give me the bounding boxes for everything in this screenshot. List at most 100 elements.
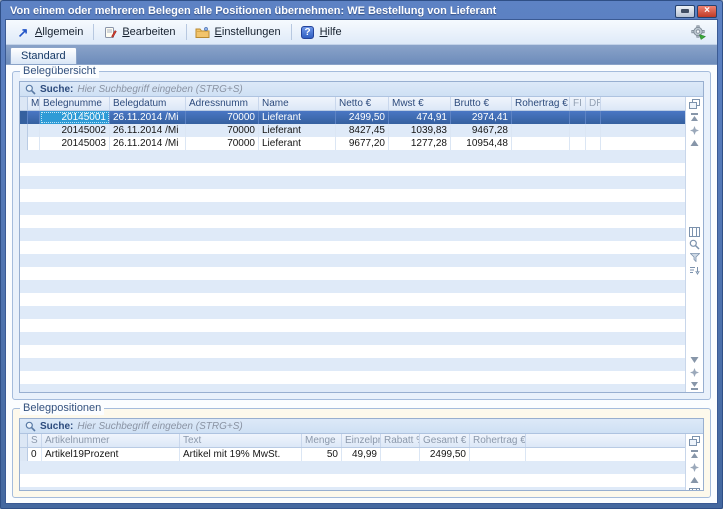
cell-belegdatum: 26.11.2014 /Mi [110, 111, 186, 124]
dialog-window: Von einem oder mehreren Belegen alle Pos… [0, 0, 723, 509]
toolbar: ↗ Allgemein Bearbeiten [6, 20, 717, 45]
scroll-down-icon[interactable] [688, 353, 702, 365]
column-header-artikelnummer[interactable]: Artikelnummer [42, 434, 180, 447]
column-header-adressnummer[interactable]: Adressnumm [186, 97, 259, 110]
scroll-page-down-icon[interactable] [688, 366, 702, 378]
group-belegpositionen: Belegpositionen Suche: [12, 408, 711, 498]
column-header-m[interactable]: M [28, 97, 40, 110]
title-bar[interactable]: Von einem oder mehreren Belegen alle Pos… [5, 1, 718, 19]
header-indicator [20, 97, 28, 110]
scroll-top-icon[interactable] [688, 448, 702, 460]
cell-filler [526, 448, 685, 461]
cell-s: 0 [28, 448, 42, 461]
column-header-belegnummer[interactable]: Belegnumme [40, 97, 110, 110]
side-panel-icon[interactable] [688, 487, 702, 490]
column-header-text[interactable]: Text [180, 434, 302, 447]
column-header-rohertrag[interactable]: Rohertrag € [512, 97, 570, 110]
column-header-fi[interactable]: FI [570, 97, 586, 110]
folder-tools-icon [195, 25, 211, 40]
cell-brutto: 9467,28 [451, 124, 512, 137]
menu-einstellungen[interactable]: Einstellungen [191, 23, 287, 42]
search-label: Suche: [40, 84, 73, 95]
cell-filler [601, 137, 685, 150]
column-chooser-icon[interactable] [688, 98, 702, 110]
cell-rohertrag [512, 137, 570, 150]
close-button[interactable]: × [697, 5, 717, 18]
table-row[interactable]: 20145002 26.11.2014 /Mi 70000 Lieferant … [20, 124, 685, 137]
toolbar-separator [186, 24, 187, 40]
table-row[interactable]: 20145001 26.11.2014 /Mi 70000 Lieferant … [20, 111, 685, 124]
side-filter-icon[interactable] [688, 252, 702, 264]
beleg-search-bar: Suche: [20, 82, 703, 97]
cell-fi [570, 137, 586, 150]
cell-dr [586, 124, 601, 137]
header-filler [526, 434, 685, 447]
cell-brutto: 10954,48 [451, 137, 512, 150]
menu-einstellungen-label: Einstellungen [215, 26, 281, 38]
menu-allgemein[interactable]: ↗ Allgemein [11, 23, 89, 42]
group-belegpositionen-label: Belegpositionen [20, 402, 104, 415]
column-header-s[interactable]: S [28, 434, 42, 447]
column-header-belegdatum[interactable]: Belegdatum [110, 97, 186, 110]
beleg-grid-side-strip [685, 97, 703, 392]
cell-fi [570, 124, 586, 137]
side-panel-icon[interactable] [688, 226, 702, 238]
minimize-button[interactable] [675, 5, 695, 18]
header-filler [601, 97, 685, 110]
table-row[interactable]: 20145003 26.11.2014 /Mi 70000 Lieferant … [20, 137, 685, 150]
menu-bearbeiten[interactable]: Bearbeiten [98, 23, 181, 42]
cell-netto: 8427,45 [336, 124, 389, 137]
column-header-dr[interactable]: DR [586, 97, 601, 110]
cell-m [28, 137, 40, 150]
column-header-rabatt[interactable]: Rabatt % [381, 434, 420, 447]
scroll-page-up-icon[interactable] [688, 124, 702, 136]
header-indicator [20, 434, 28, 447]
positionen-grid: Suche: S Artikelnummer Text Menge Einzel [19, 418, 704, 491]
column-header-rohertrag[interactable]: Rohertrag € [470, 434, 526, 447]
search-icon [24, 420, 36, 432]
positionen-header-row: S Artikelnummer Text Menge Einzelpreis €… [20, 434, 685, 448]
scroll-top-icon[interactable] [688, 111, 702, 123]
tab-standard[interactable]: Standard [10, 47, 77, 64]
scroll-bottom-icon[interactable] [688, 379, 702, 391]
tab-strip: Standard [6, 45, 717, 64]
empty-rows-area [20, 150, 685, 392]
beleg-search-input[interactable] [77, 83, 699, 96]
beleg-grid: Suche: M Belegnumme Belegdatum Adressnum… [19, 81, 704, 393]
side-search-icon[interactable] [688, 239, 702, 251]
arrow-up-right-icon: ↗ [15, 25, 31, 40]
window-client-area: ↗ Allgemein Bearbeiten [5, 19, 718, 504]
cell-filler [601, 111, 685, 124]
beleg-header-row: M Belegnumme Belegdatum Adressnumm Name … [20, 97, 685, 111]
positionen-search-bar: Suche: [20, 419, 703, 434]
cell-menge: 50 [302, 448, 342, 461]
table-row[interactable]: 0 Artikel19Prozent Artikel mit 19% MwSt.… [20, 448, 685, 461]
notepad-pen-icon [102, 25, 118, 40]
column-header-netto[interactable]: Netto € [336, 97, 389, 110]
cell-m [28, 124, 40, 137]
cell-dr [586, 137, 601, 150]
cell-mwst: 1039,83 [389, 124, 451, 137]
scroll-up-icon[interactable] [688, 474, 702, 486]
column-header-gesamt[interactable]: Gesamt € [420, 434, 470, 447]
cell-belegnummer: 20145001 [40, 111, 110, 124]
column-header-brutto[interactable]: Brutto € [451, 97, 512, 110]
column-chooser-icon[interactable] [688, 435, 702, 447]
scroll-page-up-icon[interactable] [688, 461, 702, 473]
column-header-mwst[interactable]: Mwst € [389, 97, 451, 110]
cell-dr [586, 111, 601, 124]
side-sort-icon[interactable] [688, 265, 702, 277]
column-header-einzelpreis[interactable]: Einzelpreis € [342, 434, 381, 447]
column-header-name[interactable]: Name [259, 97, 336, 110]
menu-hilfe-label: Hilfe [320, 26, 342, 38]
column-header-menge[interactable]: Menge [302, 434, 342, 447]
menu-hilfe[interactable]: ? Hilfe [296, 23, 348, 42]
refresh-settings-button[interactable] [686, 23, 712, 42]
search-label: Suche: [40, 421, 73, 432]
positionen-search-input[interactable] [77, 420, 699, 433]
cell-rohertrag [512, 124, 570, 137]
cell-gesamt: 2499,50 [420, 448, 470, 461]
cell-rohertrag [470, 448, 526, 461]
cell-mwst: 474,91 [389, 111, 451, 124]
scroll-up-icon[interactable] [688, 137, 702, 149]
